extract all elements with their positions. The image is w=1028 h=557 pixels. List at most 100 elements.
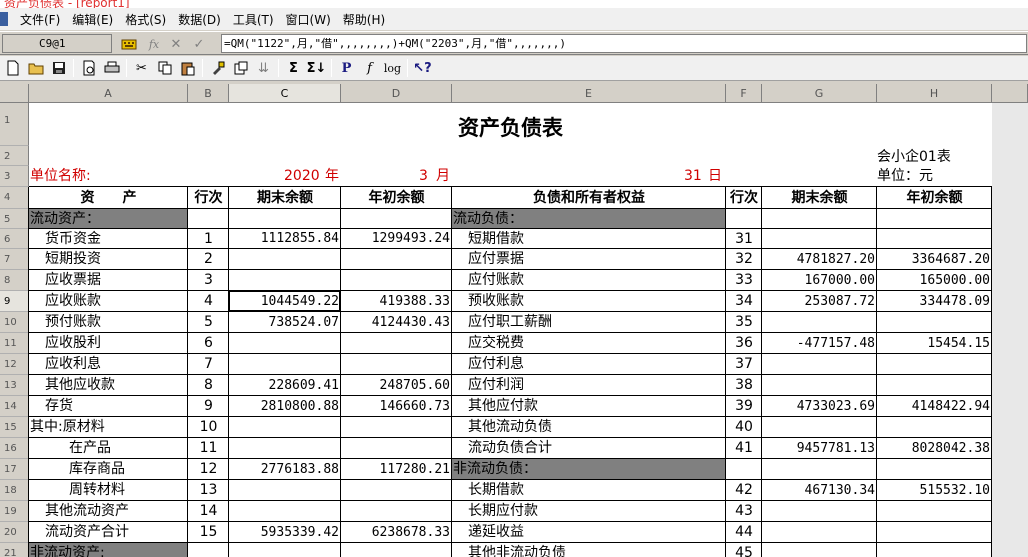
row-header-17[interactable]: 17 [0, 459, 29, 480]
liability-row-begin-balance[interactable]: 15454.15 [877, 333, 992, 354]
asset-row-end-balance[interactable]: 738524.07 [229, 312, 341, 333]
formula-input[interactable]: =QM("1122",月,"借",,,,,,,,)+QM("2203",月,"借… [221, 34, 1027, 53]
cut-icon[interactable]: ✂ [130, 57, 153, 79]
liability-row-end-balance[interactable]: 4781827.20 [762, 249, 877, 270]
sort-icon[interactable]: ⇊ [252, 57, 275, 79]
liability-row-begin-balance[interactable]: 334478.09 [877, 291, 992, 312]
asset-row-begin-balance[interactable]: 248705.60 [341, 375, 452, 396]
grid-hline [29, 437, 992, 438]
row-header-12[interactable]: 12 [0, 354, 29, 375]
row-header-14[interactable]: 14 [0, 396, 29, 417]
asset-row-begin-balance[interactable]: 4124430.43 [341, 312, 452, 333]
liability-row-end-balance[interactable]: 467130.34 [762, 480, 877, 501]
new-icon[interactable] [1, 57, 24, 79]
app-icon[interactable] [0, 12, 8, 26]
cell-reference-box[interactable]: C9@1 [2, 34, 112, 53]
grid-vline [228, 187, 229, 557]
row-header-15[interactable]: 15 [0, 417, 29, 438]
column-header-b[interactable]: B [188, 84, 229, 103]
grid-hline [29, 353, 992, 354]
liability-row-end-balance[interactable]: 4733023.69 [762, 396, 877, 417]
row-header-19[interactable]: 19 [0, 501, 29, 522]
row-header-6[interactable]: 6 [0, 229, 29, 249]
asset-row-end-balance[interactable]: 228609.41 [229, 375, 341, 396]
row-header-21[interactable]: 21 [0, 543, 29, 557]
row-header-4[interactable]: 4 [0, 187, 29, 209]
year-value: 2020 [284, 168, 320, 184]
format-painter-icon[interactable] [206, 57, 229, 79]
liability-row-begin-balance[interactable]: 4148422.94 [877, 396, 992, 417]
column-header-e[interactable]: E [452, 84, 726, 103]
cancel-icon[interactable]: ✕ [167, 35, 185, 53]
row-header-1[interactable]: 1 [0, 103, 29, 146]
paste-icon[interactable] [176, 57, 199, 79]
grid-hline [29, 374, 992, 375]
sum-icon[interactable]: Σ [282, 57, 305, 79]
row-header-20[interactable]: 20 [0, 522, 29, 543]
row-header-9[interactable]: 9 [0, 291, 29, 312]
menu-edit[interactable]: 编辑(E) [66, 11, 119, 28]
column-header-h[interactable]: H [877, 84, 992, 103]
liability-row-begin-balance[interactable]: 8028042.38 [877, 438, 992, 459]
column-header-d[interactable]: D [341, 84, 452, 103]
print-preview-icon[interactable] [77, 57, 100, 79]
menu-format[interactable]: 格式(S) [119, 11, 172, 28]
asset-row-begin-balance[interactable]: 117280.21 [341, 459, 452, 480]
year-unit: 年 [325, 168, 339, 184]
asset-row-end-balance[interactable]: 2776183.88 [229, 459, 341, 480]
row-header-7[interactable]: 7 [0, 249, 29, 270]
liability-row-begin-balance[interactable]: 515532.10 [877, 480, 992, 501]
row-header-8[interactable]: 8 [0, 270, 29, 291]
liability-row-begin-balance[interactable]: 165000.00 [877, 270, 992, 291]
liability-row-name: 流动负债： [453, 211, 523, 227]
liability-row-end-balance[interactable]: -477157.48 [762, 333, 877, 354]
menu-data[interactable]: 数据(D) [172, 11, 227, 28]
function-fx-icon[interactable]: fx [145, 35, 163, 53]
row-header-3[interactable]: 3 [0, 166, 29, 187]
select-all-corner[interactable] [0, 84, 29, 103]
row-header-13[interactable]: 13 [0, 375, 29, 396]
column-header-a[interactable]: A [29, 84, 188, 103]
confirm-icon[interactable]: ✓ [190, 35, 208, 53]
open-icon[interactable] [24, 57, 47, 79]
row-header-2[interactable]: 2 [0, 146, 29, 166]
column-header-g[interactable]: G [762, 84, 877, 103]
menu-window[interactable]: 窗口(W) [280, 11, 337, 28]
liability-row-end-balance[interactable]: 167000.00 [762, 270, 877, 291]
asset-row-end-balance[interactable]: 5935339.42 [229, 522, 341, 543]
save-icon[interactable] [47, 57, 70, 79]
asset-row-begin-balance[interactable]: 146660.73 [341, 396, 452, 417]
asset-row-end-balance[interactable]: 1112855.84 [229, 229, 341, 249]
copy-icon[interactable] [153, 57, 176, 79]
p-icon[interactable]: P [335, 57, 358, 79]
column-header-c[interactable]: C [229, 84, 341, 103]
asset-row-begin-balance[interactable]: 419388.33 [341, 291, 452, 312]
asset-row-end-balance[interactable]: 2810800.88 [229, 396, 341, 417]
row-header-5[interactable]: 5 [0, 209, 29, 229]
liability-row-end-balance[interactable]: 253087.72 [762, 291, 877, 312]
menu-help[interactable]: 帮助(H) [337, 11, 391, 28]
print-icon[interactable] [100, 57, 123, 79]
asset-row-begin-balance[interactable]: 6238678.33 [341, 522, 452, 543]
menu-tools[interactable]: 工具(T) [227, 11, 280, 28]
header-begin2: 年初余额 [906, 190, 963, 206]
function-icon[interactable]: f [358, 57, 381, 79]
liability-row-end-balance[interactable]: 9457781.13 [762, 438, 877, 459]
keyboard-icon[interactable] [120, 35, 138, 53]
row-header-18[interactable]: 18 [0, 480, 29, 501]
liability-row-begin-balance[interactable]: 3364687.20 [877, 249, 992, 270]
selected-cell-c9[interactable] [228, 290, 341, 312]
menu-file[interactable]: 文件(F) [14, 11, 66, 28]
log-icon[interactable]: log [381, 57, 404, 79]
auto-sum-icon[interactable]: Σ↓ [305, 57, 328, 79]
row-header-16[interactable]: 16 [0, 438, 29, 459]
month-unit: 月 [436, 168, 450, 184]
spreadsheet-grid[interactable]: A B C D E F G H 1 2 3 4 5 6 7 8 9 10 11 12 13 14 15 16 17 18 19 20 2… [0, 84, 1028, 557]
column-header-f[interactable]: F [726, 84, 762, 103]
asset-row-begin-balance[interactable]: 1299493.24 [341, 229, 452, 249]
liability-row-line: 37 [735, 356, 753, 372]
row-header-10[interactable]: 10 [0, 312, 29, 333]
row-header-11[interactable]: 11 [0, 333, 29, 354]
insert-icon[interactable] [229, 57, 252, 79]
help-icon[interactable]: ↖? [411, 57, 434, 79]
